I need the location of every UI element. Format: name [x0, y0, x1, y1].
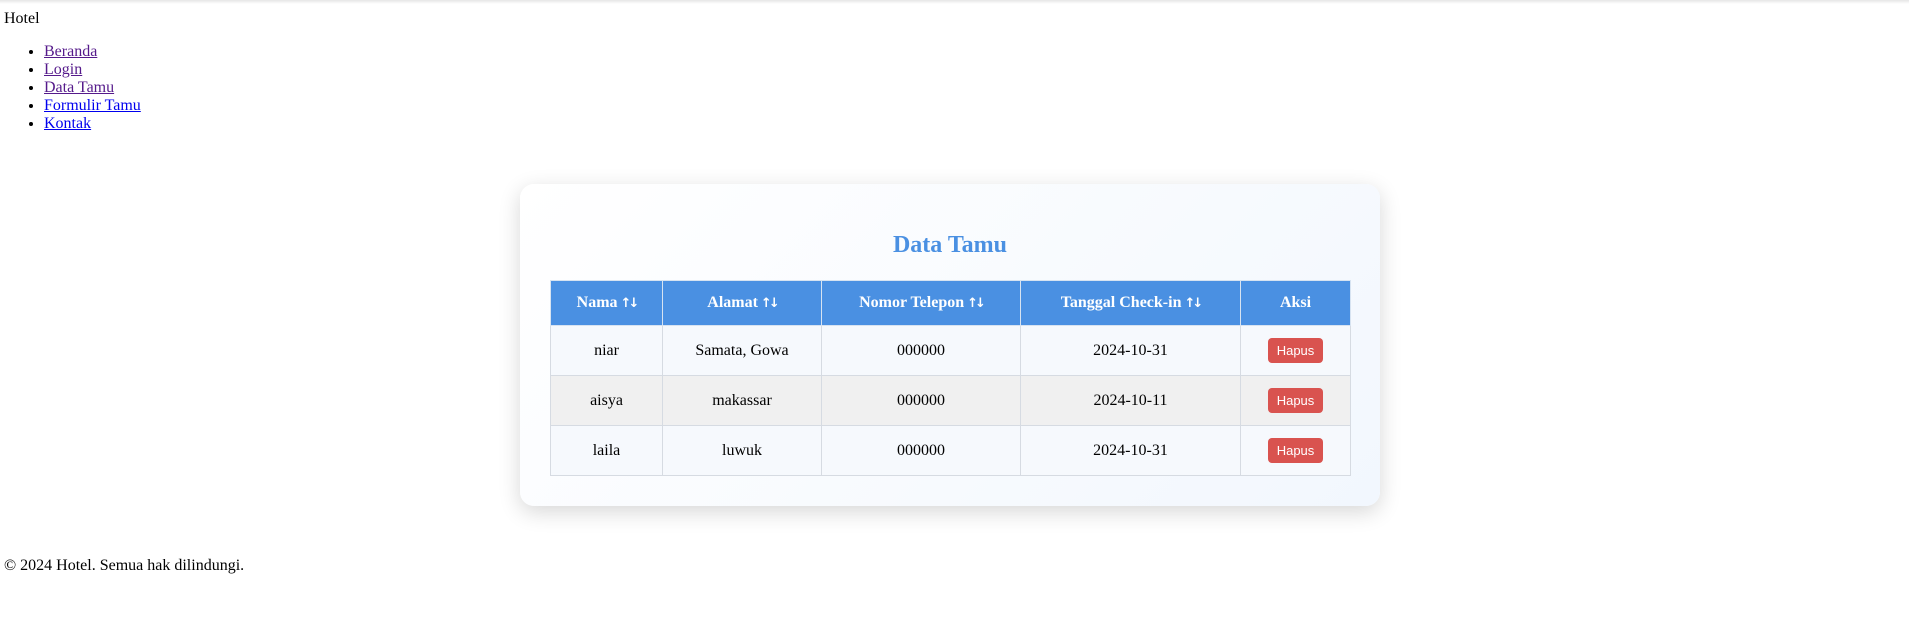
table-row: laila luwuk 000000 2024-10-31 Hapus [550, 425, 1351, 476]
sort-arrows-icon: ↑↓ [620, 296, 640, 311]
nav-item-login: Login [44, 61, 141, 79]
nav-item-formulir-tamu: Formulir Tamu [44, 97, 141, 115]
copyright-text: © 2024 Hotel. Semua hak dilindungi. [4, 557, 245, 574]
table-row: niar Samata, Gowa 000000 2024-10-31 Hapu… [550, 325, 1351, 376]
table-row: aisya makassar 000000 2024-10-11 Hapus [550, 375, 1351, 426]
cell-alamat: makassar [662, 375, 822, 426]
cell-checkin: 2024-10-31 [1020, 325, 1241, 376]
column-header-alamat[interactable]: Alamat ↑↓ [662, 280, 822, 326]
delete-button[interactable]: Hapus [1267, 388, 1324, 413]
cell-aksi: Hapus [1240, 375, 1351, 426]
cell-nama: niar [550, 325, 663, 376]
site-footer: © 2024 Hotel. Semua hak dilindungi. [4, 556, 244, 575]
site-header: Hotel [4, 9, 40, 28]
nav-item-beranda: Beranda [44, 43, 141, 61]
nav-link-kontak[interactable]: Kontak [44, 115, 91, 132]
table-header-row: Nama ↑↓ Alamat ↑↓ Nomor Telepon ↑↓ Tanggal … [550, 280, 1351, 326]
guest-data-card: Data Tamu Nama ↑↓ Alamat ↑↓ Nomor Telepon ↑… [520, 184, 1380, 506]
nav-link-data-tamu[interactable]: Data Tamu [44, 79, 114, 96]
cell-alamat: Samata, Gowa [662, 325, 822, 376]
column-header-nama[interactable]: Nama ↑↓ [550, 280, 663, 326]
guest-table: Nama ↑↓ Alamat ↑↓ Nomor Telepon ↑↓ Tanggal … [550, 280, 1351, 476]
sort-arrows-icon: ↑↓ [1184, 296, 1203, 311]
cell-aksi: Hapus [1240, 325, 1351, 376]
cell-nama: laila [550, 425, 663, 476]
page-title: Data Tamu [892, 232, 1008, 258]
cell-checkin: 2024-10-31 [1020, 425, 1241, 476]
site-name: Hotel [4, 10, 40, 27]
cell-aksi: Hapus [1240, 425, 1351, 476]
column-header-nomor-telepon[interactable]: Nomor Telepon ↑↓ [821, 280, 1021, 326]
sort-arrows-icon: ↑↓ [760, 296, 780, 311]
top-edge [0, 0, 1909, 4]
sort-arrows-icon: ↑↓ [967, 296, 986, 311]
cell-checkin: 2024-10-11 [1020, 375, 1241, 426]
cell-telepon: 000000 [821, 425, 1021, 476]
nav-link-login[interactable]: Login [44, 61, 82, 78]
nav-item-kontak: Kontak [44, 115, 141, 133]
column-header-tanggal-check-in[interactable]: Tanggal Check-in ↑↓ [1020, 280, 1241, 326]
cell-telepon: 000000 [821, 325, 1021, 376]
cell-telepon: 000000 [821, 375, 1021, 426]
nav-item-data-tamu: Data Tamu [44, 79, 141, 97]
delete-button[interactable]: Hapus [1267, 338, 1324, 363]
nav-list: Beranda Login Data Tamu Formulir Tamu Ko… [0, 43, 141, 133]
nav-link-formulir-tamu[interactable]: Formulir Tamu [44, 97, 141, 114]
column-header-aksi: Aksi [1240, 280, 1351, 326]
cell-nama: aisya [550, 375, 663, 426]
nav-link-beranda[interactable]: Beranda [44, 43, 97, 60]
cell-alamat: luwuk [662, 425, 822, 476]
delete-button[interactable]: Hapus [1267, 438, 1324, 463]
